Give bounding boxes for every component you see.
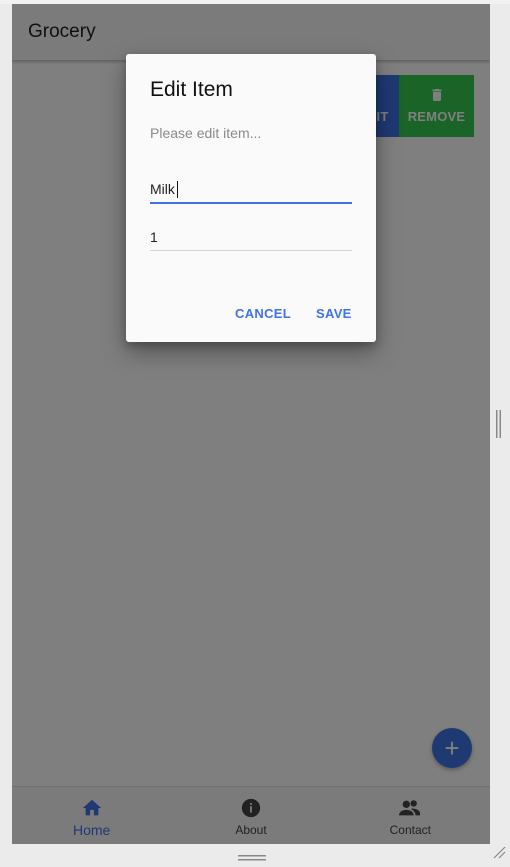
dialog-message: Please edit item... (150, 125, 262, 141)
cancel-button[interactable]: CANCEL (229, 302, 297, 325)
bottom-resize-handle[interactable] (238, 849, 266, 861)
side-resize-handle[interactable] (496, 410, 501, 438)
edit-item-dialog: Edit Item Please edit item... CANCEL SAV… (126, 54, 376, 342)
item-quantity-input[interactable] (150, 224, 352, 251)
dialog-title: Edit Item (150, 78, 233, 101)
save-button[interactable]: SAVE (310, 302, 358, 325)
resize-grip-icon[interactable] (493, 846, 506, 859)
text-cursor (177, 181, 178, 198)
item-name-input[interactable] (150, 176, 352, 204)
